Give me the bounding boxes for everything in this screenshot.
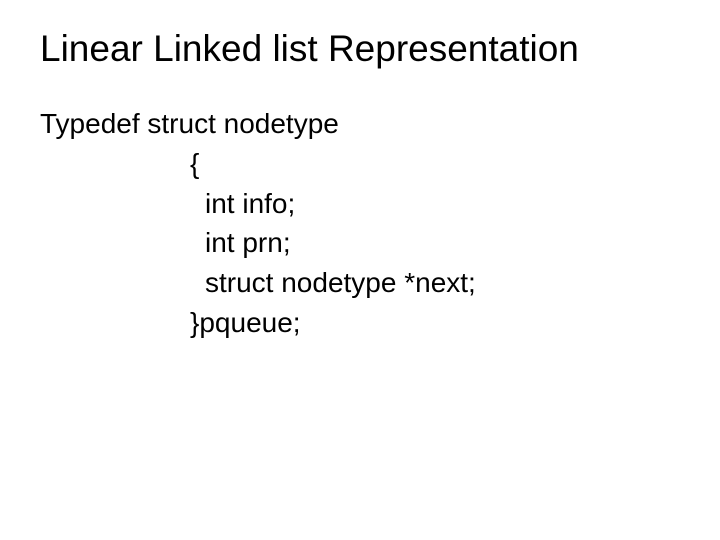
code-line-2: { bbox=[40, 144, 680, 184]
code-body: Typedef struct nodetype { int info; int … bbox=[40, 104, 680, 343]
code-line-5: struct nodetype *next; bbox=[40, 263, 680, 303]
slide: Linear Linked list Representation Typede… bbox=[0, 0, 720, 540]
code-line-3: int info; bbox=[40, 184, 680, 224]
code-line-4: int prn; bbox=[40, 223, 680, 263]
code-line-6: }pqueue; bbox=[40, 303, 680, 343]
slide-title: Linear Linked list Representation bbox=[40, 28, 680, 70]
code-line-1: Typedef struct nodetype bbox=[40, 104, 680, 144]
